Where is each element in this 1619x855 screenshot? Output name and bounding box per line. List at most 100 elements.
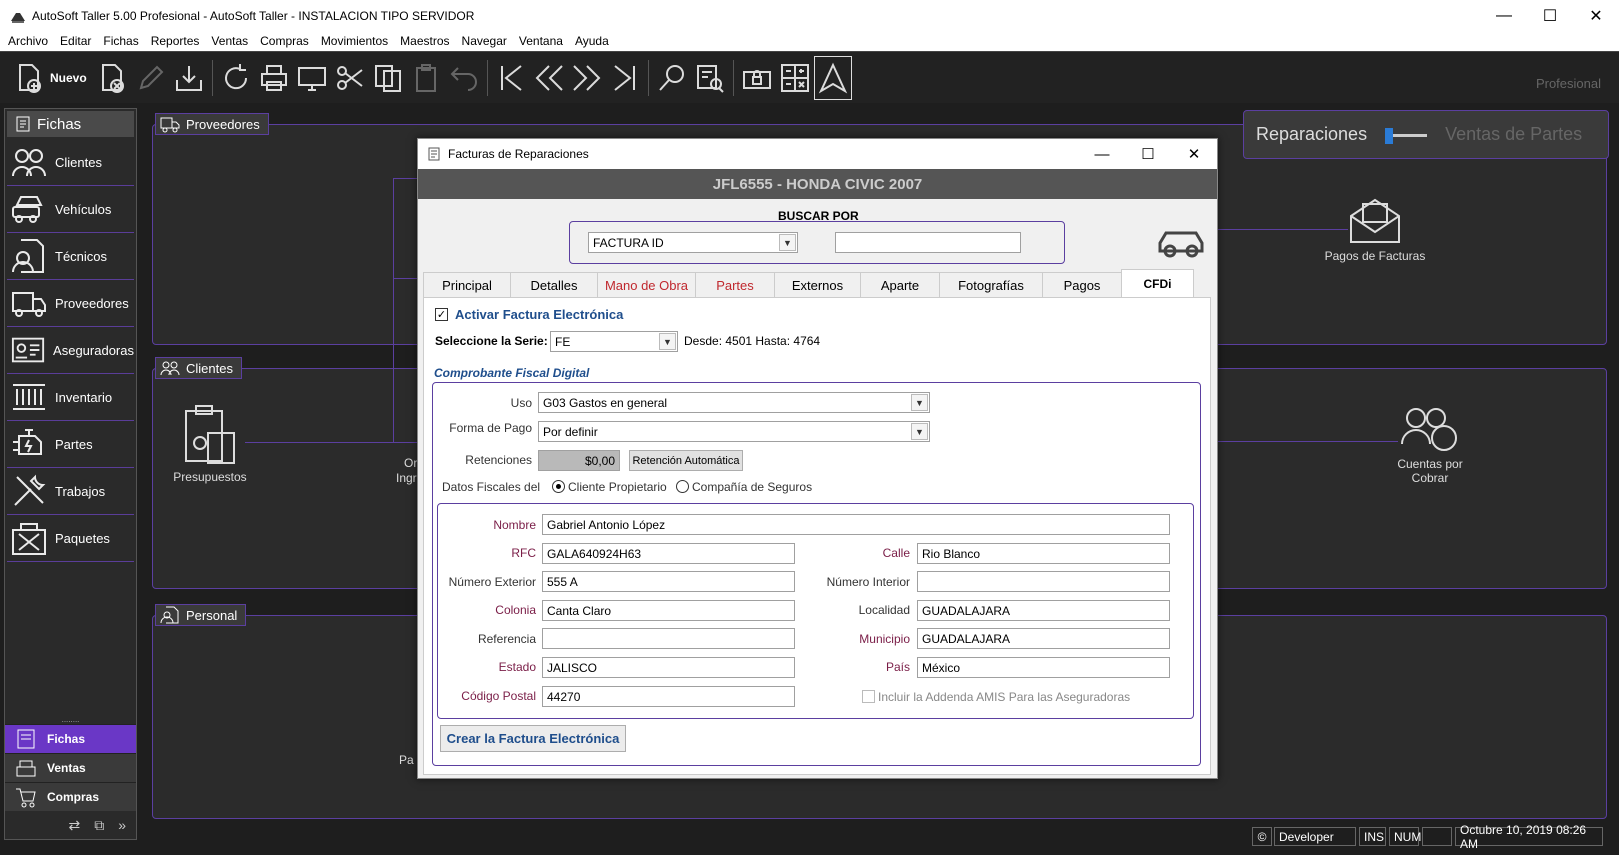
menu-compras[interactable]: Compras: [254, 34, 315, 48]
chevron-down-icon[interactable]: ▼: [779, 234, 796, 251]
tab-aparte[interactable]: Aparte: [860, 272, 940, 297]
tab-detalles[interactable]: Detalles: [510, 272, 598, 297]
codigo-postal-field[interactable]: 44270: [542, 686, 795, 707]
mode-slider[interactable]: [1385, 127, 1428, 144]
cliente-propietario-label[interactable]: Cliente Propietario: [568, 480, 667, 494]
lock-button[interactable]: [738, 56, 776, 100]
menu-ayuda[interactable]: Ayuda: [569, 34, 615, 48]
tab-externos[interactable]: Externos: [774, 272, 861, 297]
preview-button[interactable]: [293, 56, 331, 100]
sidebar-item-trabajos[interactable]: Trabajos: [7, 468, 134, 515]
presupuestos-tile[interactable]: Presupuestos: [165, 403, 255, 484]
dialog-close-button[interactable]: ✕: [1171, 139, 1217, 169]
crear-factura-button[interactable]: Crear la Factura Electrónica: [440, 725, 626, 752]
estado-field[interactable]: JALISCO: [542, 657, 795, 678]
compania-seguros-radio[interactable]: [676, 480, 689, 493]
tab-fotografias[interactable]: Fotografías: [939, 272, 1043, 297]
pagos-facturas-tile[interactable]: Pagos de Facturas: [1315, 196, 1435, 263]
delete-button[interactable]: [94, 56, 132, 100]
refresh-button[interactable]: [217, 56, 255, 100]
tab-cfdi[interactable]: CFDi: [1121, 269, 1194, 297]
retencion-automatica-button[interactable]: Retención Automática: [629, 450, 743, 471]
edit-button[interactable]: [132, 56, 170, 100]
previous-record-button[interactable]: [530, 56, 568, 100]
activar-factura-checkbox[interactable]: ✓: [435, 308, 448, 321]
menu-ventas[interactable]: Ventas: [205, 34, 254, 48]
nav-compras-button[interactable]: Compras: [5, 782, 136, 811]
last-record-button[interactable]: [606, 56, 644, 100]
sidebar-item-tecnicos[interactable]: Técnicos: [7, 233, 134, 280]
sidebar-item-inventario[interactable]: Inventario: [7, 374, 134, 421]
chevron-down-icon[interactable]: ▼: [911, 394, 928, 411]
menu-fichas[interactable]: Fichas: [97, 34, 144, 48]
paste-button[interactable]: [407, 56, 445, 100]
referencia-field[interactable]: [542, 628, 795, 649]
cut-button[interactable]: [331, 56, 369, 100]
menu-reportes[interactable]: Reportes: [145, 34, 206, 48]
sidebar-item-vehiculos[interactable]: Vehículos: [7, 186, 134, 233]
first-record-button[interactable]: [492, 56, 530, 100]
menu-navegar[interactable]: Navegar: [456, 34, 513, 48]
maximize-button[interactable]: ☐: [1527, 0, 1573, 31]
forma-pago-select[interactable]: Por definir ▼: [538, 421, 930, 442]
addenda-amis-checkbox[interactable]: [862, 690, 875, 703]
minimize-button[interactable]: —: [1481, 0, 1527, 31]
search-field-select[interactable]: FACTURA ID ▼: [588, 232, 798, 253]
addenda-amis-label[interactable]: Incluir la Addenda AMIS Para las Asegura…: [878, 690, 1130, 704]
localidad-field[interactable]: GUADALAJARA: [917, 600, 1170, 621]
compania-seguros-label[interactable]: Compañía de Seguros: [692, 480, 812, 494]
autosoft-button[interactable]: [814, 55, 852, 100]
search-button[interactable]: [653, 56, 691, 100]
splitter-grip[interactable]: ........: [5, 716, 136, 724]
chevron-down-icon[interactable]: ▼: [911, 423, 928, 440]
rfc-field[interactable]: GALA640924H63: [542, 543, 795, 564]
more-icon[interactable]: »: [118, 817, 126, 833]
copy-button[interactable]: [369, 56, 407, 100]
nombre-field[interactable]: Gabriel Antonio López: [542, 514, 1170, 535]
activar-factura-label[interactable]: Activar Factura Electrónica: [455, 307, 623, 322]
dialog-minimize-button[interactable]: —: [1079, 139, 1125, 169]
sidebar-item-paquetes[interactable]: Paquetes: [7, 515, 134, 562]
swap-icon[interactable]: ⇄: [68, 817, 80, 834]
nav-fichas-button[interactable]: Fichas: [5, 724, 136, 753]
tab-partes[interactable]: Partes: [695, 272, 775, 297]
chevron-down-icon[interactable]: ▼: [659, 333, 676, 350]
tab-mano-de-obra[interactable]: Mano de Obra: [597, 272, 696, 297]
menu-archivo[interactable]: Archivo: [2, 34, 54, 48]
calculator-button[interactable]: [776, 56, 814, 100]
close-button[interactable]: ✕: [1573, 0, 1619, 31]
menu-editar[interactable]: Editar: [54, 34, 97, 48]
num-exterior-field[interactable]: 555 A: [542, 571, 795, 592]
sidebar-item-proveedores[interactable]: Proveedores: [7, 280, 134, 327]
tab-pagos[interactable]: Pagos: [1042, 272, 1122, 297]
dialog-maximize-button[interactable]: ☐: [1125, 139, 1171, 169]
new-button[interactable]: Nuevo: [14, 56, 94, 100]
save-button[interactable]: [170, 56, 208, 100]
uso-select[interactable]: G03 Gastos en general ▼: [538, 392, 930, 413]
sidebar-item-clientes[interactable]: Clientes: [7, 139, 134, 186]
calle-field[interactable]: Rio Blanco: [917, 543, 1170, 564]
menu-ventana[interactable]: Ventana: [513, 34, 569, 48]
undo-button[interactable]: [445, 56, 483, 100]
mode-switcher[interactable]: Reparaciones Ventas de Partes: [1243, 110, 1609, 159]
advanced-search-button[interactable]: [691, 56, 729, 100]
municipio-field[interactable]: GUADALAJARA: [917, 628, 1170, 649]
mode-reparaciones[interactable]: Reparaciones: [1256, 124, 1367, 145]
sidebar-item-aseguradoras[interactable]: Aseguradoras: [7, 327, 134, 374]
next-record-button[interactable]: [568, 56, 606, 100]
serie-select[interactable]: FE ▼: [550, 331, 678, 352]
menu-maestros[interactable]: Maestros: [394, 34, 455, 48]
nav-ventas-button[interactable]: Ventas: [5, 753, 136, 782]
mode-ventas-partes[interactable]: Ventas de Partes: [1445, 124, 1582, 145]
sidebar-item-partes[interactable]: Partes: [7, 421, 134, 468]
cuentas-por-cobrar-tile[interactable]: Cuentas por Cobrar: [1385, 404, 1475, 485]
menu-movimientos[interactable]: Movimientos: [315, 34, 394, 48]
tab-principal[interactable]: Principal: [423, 272, 511, 297]
search-input[interactable]: [835, 232, 1021, 253]
num-interior-field[interactable]: [917, 571, 1170, 592]
cliente-propietario-radio[interactable]: [552, 480, 565, 493]
pais-field[interactable]: México: [917, 657, 1170, 678]
print-button[interactable]: [255, 56, 293, 100]
windows-icon[interactable]: ⧉: [94, 817, 104, 834]
colonia-field[interactable]: Canta Claro: [542, 600, 795, 621]
